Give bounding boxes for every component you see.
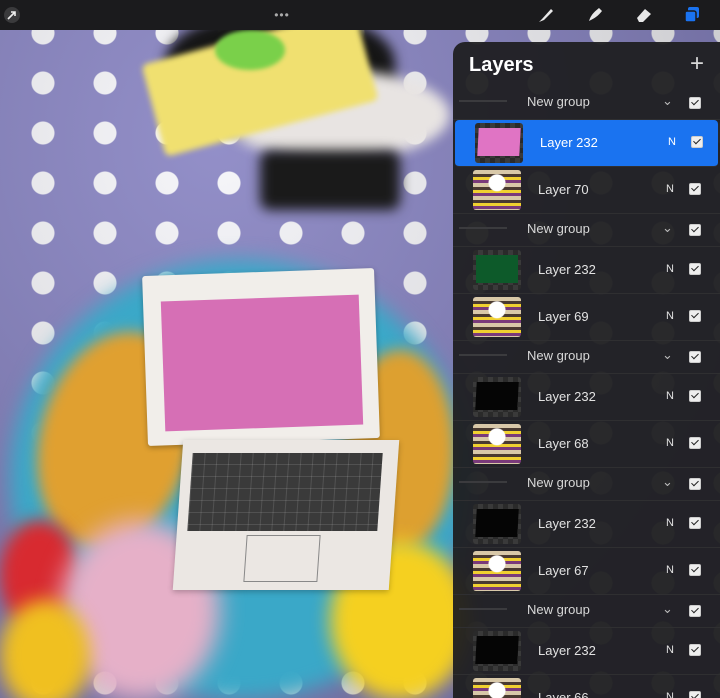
layer-row[interactable]: Layer 68 N	[453, 421, 720, 468]
visibility-checkbox[interactable]	[689, 183, 701, 195]
visibility-checkbox[interactable]	[689, 564, 701, 576]
layer-row[interactable]: Layer 232 N	[453, 247, 720, 294]
blend-mode-button[interactable]: N	[666, 437, 674, 449]
blend-mode-button[interactable]: N	[668, 136, 676, 148]
laptop-keyboard	[187, 453, 383, 531]
layer-group-row[interactable]: New group ⌄	[453, 87, 720, 120]
visibility-checkbox[interactable]	[689, 310, 701, 322]
blend-mode-button[interactable]: N	[666, 517, 674, 529]
top-toolbar: •••	[0, 0, 720, 30]
layers-panel: Layers + New group ⌄ Layer 232 N Layer 70 N Ne…	[453, 42, 720, 698]
transform-arrow-icon[interactable]	[2, 4, 22, 26]
eraser-icon[interactable]	[632, 4, 656, 26]
layer-thumbnail[interactable]	[473, 297, 521, 337]
layer-name: Layer 232	[540, 135, 598, 150]
blend-mode-button[interactable]: N	[666, 263, 674, 275]
group-divider	[459, 227, 507, 229]
layer-row[interactable]: Layer 66 N	[453, 675, 720, 698]
blend-mode-button[interactable]: N	[666, 183, 674, 195]
layer-row[interactable]: Layer 232 N	[455, 120, 718, 167]
group-label: New group	[527, 475, 590, 490]
visibility-checkbox[interactable]	[689, 644, 701, 656]
blend-mode-button[interactable]: N	[666, 691, 674, 698]
group-divider	[459, 481, 507, 483]
visibility-checkbox[interactable]	[689, 263, 701, 275]
layer-thumbnail[interactable]	[473, 424, 521, 464]
group-divider	[459, 100, 507, 102]
smudge-icon[interactable]	[583, 4, 607, 26]
brush-icon[interactable]	[534, 4, 558, 26]
dark-stand	[260, 150, 400, 210]
layer-group-row[interactable]: New group ⌄	[453, 468, 720, 501]
group-divider	[459, 354, 507, 356]
more-menu-button[interactable]: •••	[270, 4, 294, 26]
layer-name: Layer 70	[538, 182, 589, 197]
laptop-screen	[160, 294, 364, 432]
layer-list: New group ⌄ Layer 232 N Layer 70 N New group ⌄ L…	[453, 87, 720, 698]
group-label: New group	[527, 221, 590, 236]
layer-thumbnail[interactable]	[473, 504, 521, 544]
visibility-checkbox[interactable]	[691, 136, 703, 148]
chevron-down-icon[interactable]: ⌄	[662, 474, 673, 490]
visibility-checkbox[interactable]	[689, 437, 701, 449]
layer-name: Layer 232	[538, 643, 596, 658]
panel-title: Layers	[469, 54, 534, 76]
layer-row[interactable]: Layer 70 N	[453, 167, 720, 214]
chevron-down-icon[interactable]: ⌄	[662, 347, 673, 363]
visibility-checkbox[interactable]	[689, 478, 701, 490]
blend-mode-button[interactable]: N	[666, 310, 674, 322]
layer-row[interactable]: Layer 232 N	[453, 374, 720, 421]
group-label: New group	[527, 602, 590, 617]
layer-row[interactable]: Layer 232 N	[453, 628, 720, 675]
chevron-down-icon[interactable]: ⌄	[662, 93, 673, 109]
layer-name: Layer 232	[538, 389, 596, 404]
visibility-checkbox[interactable]	[689, 605, 701, 617]
layer-name: Layer 232	[538, 262, 596, 277]
visibility-checkbox[interactable]	[689, 97, 701, 109]
layer-name: Layer 67	[538, 563, 589, 578]
layer-group-row[interactable]: New group ⌄	[453, 595, 720, 628]
layer-thumbnail[interactable]	[475, 123, 523, 163]
layer-thumbnail[interactable]	[473, 170, 521, 210]
blend-mode-button[interactable]: N	[666, 564, 674, 576]
visibility-checkbox[interactable]	[689, 351, 701, 363]
group-label: New group	[527, 348, 590, 363]
layers-icon[interactable]	[680, 4, 704, 26]
visibility-checkbox[interactable]	[689, 390, 701, 402]
layer-thumbnail[interactable]	[473, 631, 521, 671]
layer-name: Layer 66	[538, 690, 589, 698]
layer-name: Layer 69	[538, 309, 589, 324]
visibility-checkbox[interactable]	[689, 691, 701, 698]
laptop-trackpad	[243, 535, 321, 582]
layer-row[interactable]: Layer 67 N	[453, 548, 720, 595]
layer-name: Layer 232	[538, 516, 596, 531]
layer-row[interactable]: Layer 69 N	[453, 294, 720, 341]
blend-mode-button[interactable]: N	[666, 390, 674, 402]
visibility-checkbox[interactable]	[689, 517, 701, 529]
group-divider	[459, 608, 507, 610]
layer-group-row[interactable]: New group ⌄	[453, 214, 720, 247]
layer-thumbnail[interactable]	[473, 377, 521, 417]
layer-group-row[interactable]: New group ⌄	[453, 341, 720, 374]
layer-name: Layer 68	[538, 436, 589, 451]
layer-thumbnail[interactable]	[473, 678, 521, 698]
green-dot	[215, 30, 285, 70]
layer-row[interactable]: Layer 232 N	[453, 501, 720, 548]
chevron-down-icon[interactable]: ⌄	[662, 220, 673, 236]
layer-thumbnail[interactable]	[473, 250, 521, 290]
group-label: New group	[527, 94, 590, 109]
visibility-checkbox[interactable]	[689, 224, 701, 236]
chevron-down-icon[interactable]: ⌄	[662, 601, 673, 617]
blend-mode-button[interactable]: N	[666, 644, 674, 656]
layer-thumbnail[interactable]	[473, 551, 521, 591]
add-layer-button[interactable]: +	[690, 52, 704, 76]
